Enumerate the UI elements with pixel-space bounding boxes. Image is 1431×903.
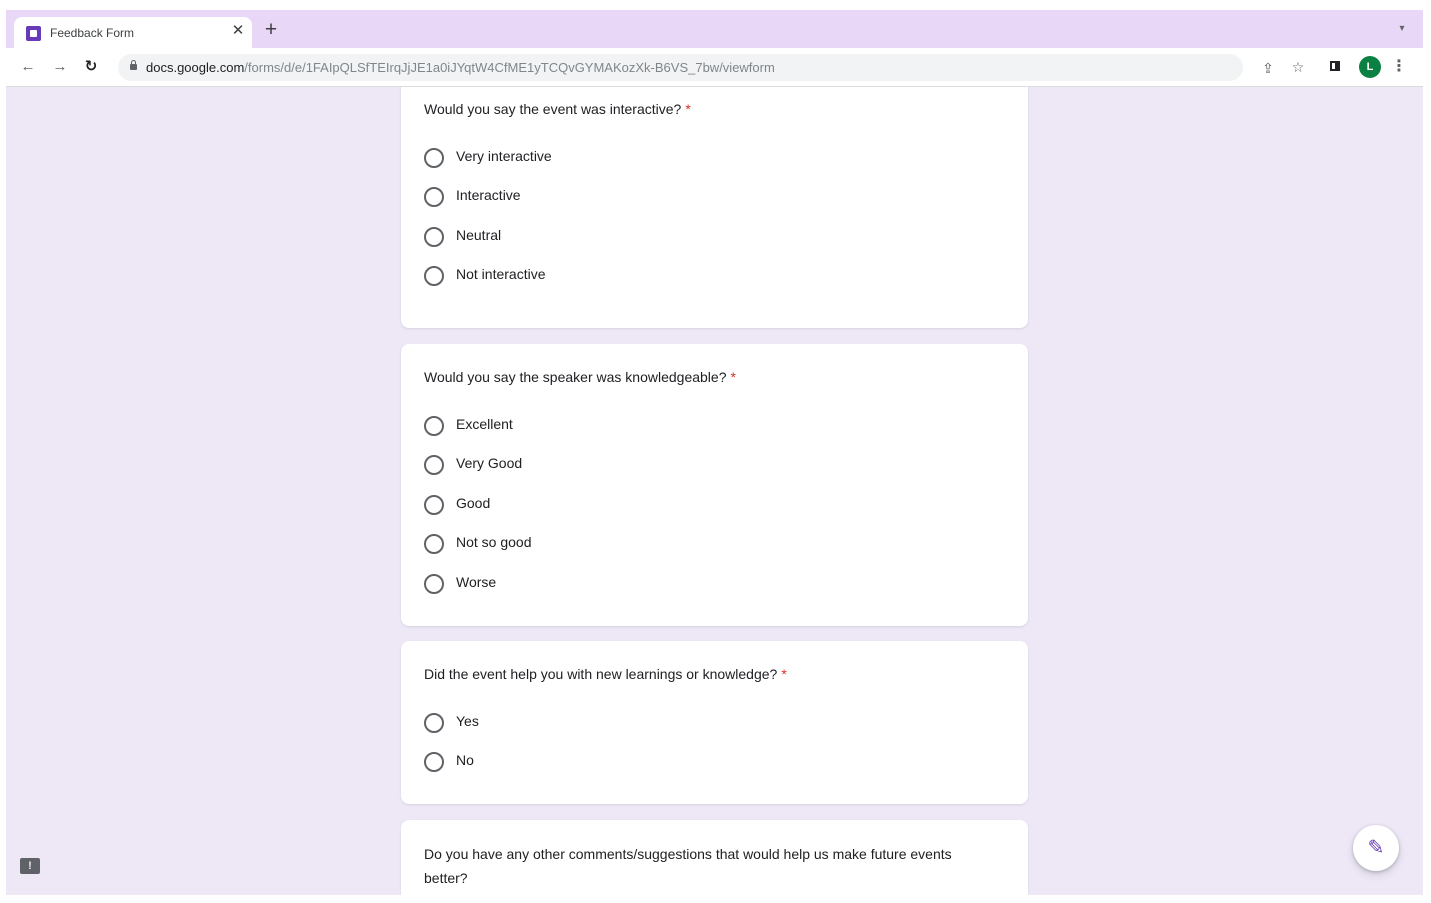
radio-button[interactable] [424, 574, 444, 594]
side-panel-icon[interactable] [1330, 61, 1340, 71]
radio-button[interactable] [424, 495, 444, 515]
tab-title: Feedback Form [50, 26, 135, 40]
question-card-learnings: Did the event help you with new learning… [401, 641, 1028, 804]
question-card-comments: Do you have any other comments/suggestio… [401, 820, 1028, 895]
share-icon[interactable]: ⇪ [1258, 58, 1278, 78]
bookmark-star-icon[interactable]: ☆ [1288, 57, 1308, 77]
radio-button[interactable] [424, 227, 444, 247]
option-label: No [456, 752, 474, 768]
required-asterisk: * [781, 666, 787, 682]
radio-button[interactable] [424, 187, 444, 207]
tab-strip: Feedback Form ✕ + ▾ [6, 10, 1423, 48]
address-bar[interactable]: docs.google.com/forms/d/e/1FAIpQLSfTEIrq… [118, 54, 1274, 81]
forward-icon[interactable]: → [50, 57, 70, 77]
browser-window: Feedback Form ✕ + ▾ ← → ↻ docs.google.co… [6, 10, 1423, 895]
option-label: Not interactive [456, 266, 546, 282]
url-path: /forms/d/e/1FAIpQLSfTEIrqJjJE1a0iJYqtW4C… [244, 60, 775, 75]
option-label: Neutral [456, 227, 502, 243]
radio-button[interactable] [424, 266, 444, 286]
option-label: Interactive [456, 187, 521, 203]
tab-feedback-form[interactable]: Feedback Form ✕ [14, 17, 252, 48]
kebab-menu-icon[interactable]: ⋮ [1391, 57, 1407, 77]
edit-pencil-icon[interactable]: ✎ [1353, 825, 1399, 871]
radio-button[interactable] [424, 752, 444, 772]
tab-search-chevron-icon[interactable]: ▾ [1395, 22, 1409, 36]
option-label: Excellent [456, 416, 513, 432]
option-label: Very interactive [456, 148, 552, 164]
url-host: docs.google.com [146, 60, 245, 75]
reload-icon[interactable]: ↻ [81, 57, 101, 77]
form-page: Would you say the event was interactive?… [6, 87, 1423, 895]
url-text: docs.google.com/forms/d/e/1FAIpQLSfTEIrq… [146, 60, 775, 75]
report-feedback-icon[interactable] [20, 858, 40, 874]
radio-button[interactable] [424, 148, 444, 168]
profile-avatar[interactable]: L [1359, 56, 1381, 78]
radio-button[interactable] [424, 416, 444, 436]
close-tab-icon[interactable]: ✕ [229, 22, 247, 40]
radio-button[interactable] [424, 713, 444, 733]
question-title: Did the event help you with new learning… [424, 666, 787, 682]
option-label: Worse [456, 574, 497, 590]
question-title: Do you have any other comments/suggestio… [424, 846, 952, 886]
radio-button[interactable] [424, 455, 444, 475]
question-card-interactive: Would you say the event was interactive?… [401, 87, 1028, 328]
question-card-knowledgeable: Would you say the speaker was knowledgea… [401, 344, 1028, 626]
required-asterisk: * [730, 369, 736, 385]
option-label: Very Good [456, 455, 523, 471]
required-asterisk: * [685, 101, 691, 117]
option-label: Good [456, 495, 491, 511]
option-label: Not so good [456, 534, 532, 550]
question-title: Would you say the speaker was knowledgea… [424, 369, 736, 385]
lock-icon [130, 60, 137, 70]
question-title: Would you say the event was interactive?… [424, 101, 691, 117]
google-forms-icon [26, 26, 41, 41]
new-tab-button[interactable]: + [261, 19, 281, 40]
back-icon[interactable]: ← [18, 57, 38, 77]
radio-button[interactable] [424, 534, 444, 554]
browser-toolbar: ← → ↻ docs.google.com/forms/d/e/1FAIpQLS… [6, 48, 1423, 87]
option-label: Yes [456, 713, 479, 729]
